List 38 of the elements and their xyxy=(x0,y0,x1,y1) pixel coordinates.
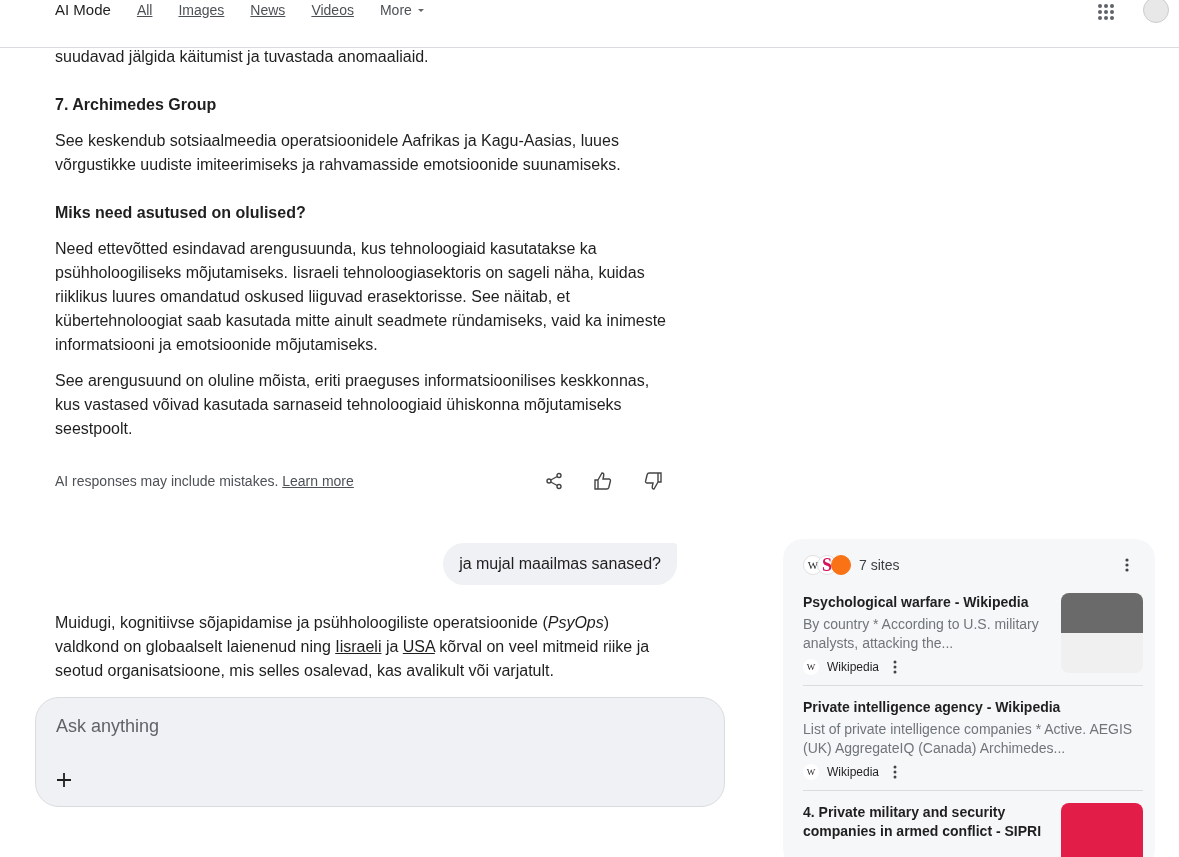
section-heading: 7. Archimedes Group xyxy=(55,95,218,115)
thumbs-up-icon[interactable] xyxy=(593,471,613,491)
share-icon[interactable] xyxy=(545,472,563,490)
source-favicon: W xyxy=(803,764,819,780)
source-favicon: W xyxy=(803,659,819,675)
source-name: Wikipedia xyxy=(827,765,880,779)
inline-link[interactable]: Iisraeli xyxy=(335,638,382,655)
answer-paragraph: Muidugi, kognitiivse sõjapidamise ja psühholoogiliste operatsioonide (PsyOps) valdkond on globaalselt laienenud ning Iisraeli ja USA kõrval on veel mitmeid riike ja seotud organisatsioone, mis selles osalevad, kas avalikult või varjatult. xyxy=(55,613,651,681)
nav-tab[interactable]: Images xyxy=(178,2,225,18)
learn-more-link[interactable]: Learn more xyxy=(282,473,354,489)
answer-paragraph: suudavad jälgida käitumist ja tuvastada anomaaliaid. xyxy=(55,47,430,67)
user-message: ja mujal maailmas sanased? xyxy=(443,543,677,585)
nav-tab[interactable]: All xyxy=(136,2,153,18)
source-name: Wikipedia xyxy=(827,660,880,674)
inline-link[interactable]: USA xyxy=(402,638,435,655)
answer-paragraph: See arengusuund on oluline mõista, eriti praeguses informatsioonilises keskkonnas, kus vastased võivad kasutada sarnaseid tehnoloogiaid ühiskonna mõjutamiseks seestpoolt. xyxy=(55,371,651,439)
more-menu[interactable]: More xyxy=(379,2,426,18)
sites-count: 7 sites xyxy=(859,557,901,573)
answer-paragraph: See keskendub sotsiaalmeedia operatsioonidele Aafrikas ja Kagu-Aasias, luues võrgustikke uudiste imiteerimiseks ja rahvamasside emotsioonide suunamiseks. xyxy=(55,131,622,175)
plus-icon[interactable] xyxy=(56,772,72,788)
section-heading: Miks need asutused on olulised? xyxy=(55,203,307,223)
more-options-icon[interactable] xyxy=(893,765,898,779)
site-favicon xyxy=(831,555,851,575)
ask-input-field[interactable]: Ask anything xyxy=(56,716,704,737)
source-title[interactable]: Private intelligence agency - Wikipedia xyxy=(803,698,1143,717)
source-title[interactable]: 4. Private military and security companies in armed conflict - SIPRI xyxy=(803,803,1049,841)
nav-tab[interactable]: Videos xyxy=(311,2,354,18)
source-snippet: By country * According to U.S. military analysts, attacking the... xyxy=(803,615,1040,653)
more-options-icon[interactable] xyxy=(893,660,898,674)
apps-grid-icon[interactable] xyxy=(1097,3,1115,21)
source-title[interactable]: Psychological warfare - Wikipedia xyxy=(803,593,1049,612)
nav-tab[interactable]: AI Mode xyxy=(55,2,111,18)
nav-tab[interactable]: News xyxy=(250,2,286,18)
answer-paragraph: Need ettevõtted esindavad arengusuunda, kus tehnoloogiaid kasutatakse ka psühholoogiliseks mõjutamiseks. Iisraeli tehnoloogiasektoris on sageli näha, kuidas riiklikus luures omandatud oskused liiguvad erasektorisse. See näitab, et kübertehnoloogiat saab kasutada mitte ainult seadmete ründamiseks, vaid ka inimeste informatsiooni ja emotsioonide mõjutamiseks. xyxy=(55,239,667,355)
thumbs-down-icon[interactable] xyxy=(643,471,663,491)
more-options-icon[interactable] xyxy=(1125,558,1129,572)
source-snippet: List of private intelligence companies * Active. AEGIS (UK) AggregateIQ (Canada) Archimedes... xyxy=(803,720,1134,758)
disclaimer-text: AI responses may include mistakes. Learn more xyxy=(55,473,354,489)
